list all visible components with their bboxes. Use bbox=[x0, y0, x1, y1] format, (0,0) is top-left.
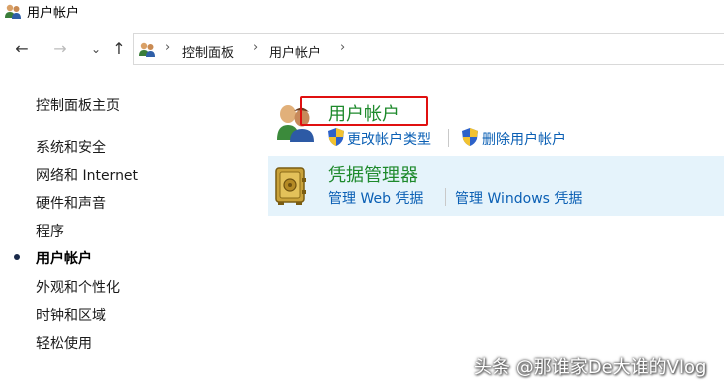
sidebar-item-user-accounts[interactable]: 用户帐户 bbox=[36, 248, 92, 268]
sidebar-item-network-internet[interactable]: 网络和 Internet bbox=[36, 165, 138, 185]
credential-vault-icon[interactable] bbox=[274, 166, 308, 206]
chevron-right-icon[interactable]: › bbox=[165, 40, 170, 55]
sidebar-item-hardware-sound[interactable]: 硬件和声音 bbox=[36, 193, 106, 213]
sidebar-item-clock-region[interactable]: 时钟和区域 bbox=[36, 305, 106, 325]
manage-web-credentials-link[interactable]: 管理 Web 凭据 bbox=[328, 188, 423, 208]
control-panel-home-link[interactable]: 控制面板主页 bbox=[36, 95, 120, 115]
title-bar: 用户帐户 bbox=[0, 0, 724, 24]
manage-windows-credentials-link[interactable]: 管理 Windows 凭据 bbox=[455, 188, 582, 208]
current-item-bullet bbox=[14, 254, 20, 260]
link-separator bbox=[448, 129, 449, 147]
watermark-text: 头条 @那谁家De大谁的Vlog bbox=[474, 357, 707, 378]
change-account-type-link[interactable]: 更改帐户类型 bbox=[347, 129, 431, 149]
chevron-down-icon[interactable]: ⌄ bbox=[86, 38, 106, 60]
users-icon bbox=[139, 42, 155, 57]
sidebar-item-appearance[interactable]: 外观和个性化 bbox=[36, 277, 120, 297]
uac-shield-icon bbox=[328, 128, 344, 146]
delete-user-accounts-link[interactable]: 删除用户帐户 bbox=[482, 129, 566, 149]
chevron-right-icon[interactable]: › bbox=[253, 40, 258, 55]
sidebar-item-programs[interactable]: 程序 bbox=[36, 221, 64, 241]
arrow-left-icon[interactable]: ← bbox=[12, 38, 32, 60]
arrow-right-icon[interactable]: → bbox=[50, 38, 70, 60]
credential-manager-section[interactable]: 凭据管理器 管理 Web 凭据 管理 Windows 凭据 bbox=[268, 156, 724, 216]
navigation-bar: ← → ⌄ ↑ › 控制面板 › 用户帐户 › bbox=[0, 30, 724, 70]
credential-manager-title[interactable]: 凭据管理器 bbox=[328, 161, 418, 187]
breadcrumb-control-panel[interactable]: 控制面板 bbox=[182, 42, 234, 61]
chevron-right-icon[interactable]: › bbox=[340, 40, 345, 55]
sidebar-item-ease-of-access[interactable]: 轻松使用 bbox=[36, 333, 92, 353]
users-icon bbox=[5, 4, 21, 19]
red-highlight-box bbox=[300, 96, 428, 126]
window-title: 用户帐户 bbox=[27, 6, 80, 21]
uac-shield-icon bbox=[462, 128, 478, 146]
user-accounts-section: 用户帐户 更改帐户类型 删除用户帐户 bbox=[268, 94, 724, 152]
arrow-up-icon[interactable]: ↑ bbox=[109, 38, 129, 60]
sidebar-item-system-security[interactable]: 系统和安全 bbox=[36, 137, 106, 157]
link-separator bbox=[445, 188, 446, 206]
address-bar[interactable]: › 控制面板 › 用户帐户 › bbox=[133, 33, 724, 65]
breadcrumb-user-accounts[interactable]: 用户帐户 bbox=[269, 42, 321, 61]
